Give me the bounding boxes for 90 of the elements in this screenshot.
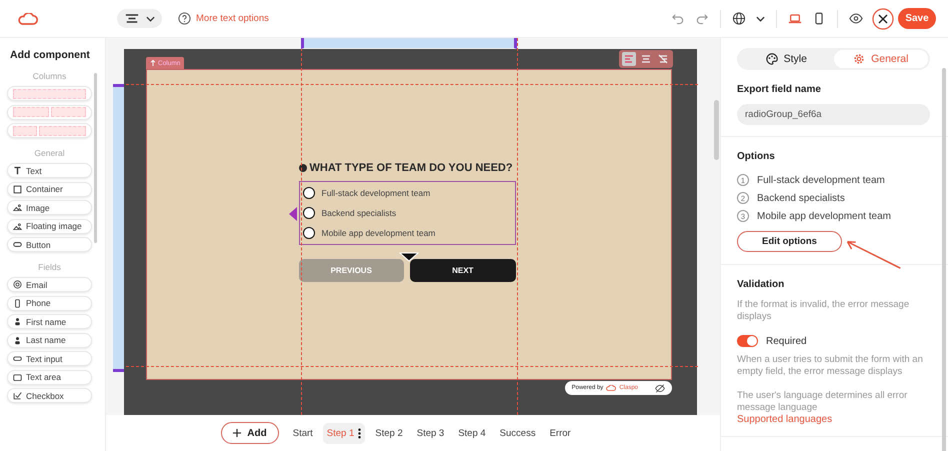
toggle-note: When a user tries to submit the form with an empty field, the error message displays xyxy=(737,354,924,378)
supported-languages-link[interactable]: Supported languages xyxy=(737,414,930,425)
style-tab[interactable]: Style xyxy=(739,50,834,68)
palette-icon xyxy=(766,53,778,65)
checkbox-icon xyxy=(13,391,22,400)
save-button[interactable]: Save xyxy=(898,8,936,29)
toggle-label: Required xyxy=(766,336,807,346)
component-item[interactable]: Button xyxy=(7,237,92,252)
eye-off-icon[interactable] xyxy=(655,384,665,392)
scrollbar[interactable] xyxy=(714,100,719,160)
validation-description: If the format is invalid, the error message displays xyxy=(737,299,910,323)
component-item[interactable]: First name xyxy=(7,314,92,329)
plus-icon xyxy=(233,429,242,437)
language-note: The user's language determines all error message language xyxy=(737,390,908,414)
step-tab[interactable]: Start xyxy=(288,422,317,444)
image-icon xyxy=(13,203,22,212)
scrollbar[interactable] xyxy=(94,73,97,243)
redo-icon[interactable] xyxy=(695,12,709,25)
component-item[interactable]: Text area xyxy=(7,370,92,384)
align-left-icon[interactable] xyxy=(622,52,636,66)
globe-icon[interactable] xyxy=(732,12,746,25)
arrow-up-icon xyxy=(150,59,156,67)
component-item[interactable]: Image xyxy=(7,200,92,215)
section-heading: Fields xyxy=(37,262,62,272)
step-tab[interactable]: Step 4 xyxy=(454,422,490,444)
section-heading: Options xyxy=(737,151,776,162)
cloud-logo xyxy=(606,385,616,391)
person-icon xyxy=(13,336,22,344)
undo-icon[interactable] xyxy=(671,12,685,25)
radio-button[interactable] xyxy=(302,227,314,239)
more-text-options-link[interactable]: More text options xyxy=(196,13,269,24)
section-heading: Columns xyxy=(32,71,68,81)
close-icon[interactable] xyxy=(872,8,894,30)
gear-icon xyxy=(853,53,866,65)
cloud-logo[interactable] xyxy=(18,12,38,24)
component-item[interactable]: Text input xyxy=(7,351,92,366)
step-tab[interactable]: Error xyxy=(546,422,575,444)
down-arrow-handle[interactable] xyxy=(399,252,419,262)
component-item[interactable]: Container xyxy=(7,182,92,196)
add-step-button[interactable]: Add xyxy=(221,422,279,444)
component-item[interactable]: Last name xyxy=(7,332,92,348)
image-icon xyxy=(13,222,22,230)
required-toggle[interactable] xyxy=(737,335,758,347)
option-label: Mobile app development team xyxy=(757,210,891,222)
option-label: Mobile app development team xyxy=(322,228,436,238)
chevron-down-icon xyxy=(146,16,154,22)
general-tab[interactable]: General xyxy=(834,50,928,68)
eye-icon[interactable] xyxy=(849,12,863,25)
component-item[interactable]: Phone xyxy=(7,296,92,310)
option-label: Full-stack development team xyxy=(757,174,885,186)
section-heading: Export field name xyxy=(737,84,822,95)
at-sign-icon xyxy=(13,280,22,289)
section-heading: General xyxy=(33,148,66,158)
option-label: Backend specialists xyxy=(757,192,845,204)
selection-handle[interactable] xyxy=(113,84,124,372)
next-button[interactable]: NEXT xyxy=(410,259,516,282)
step-tab[interactable]: Step 3 xyxy=(412,422,448,444)
phone-icon xyxy=(13,298,22,308)
selection-handle[interactable] xyxy=(301,38,517,49)
more-icon[interactable] xyxy=(358,428,362,438)
radio-button[interactable] xyxy=(302,207,314,219)
bullet-icon xyxy=(298,164,306,172)
letter-t-icon xyxy=(13,166,22,175)
square-icon xyxy=(13,184,22,194)
input-icon xyxy=(13,354,22,363)
laptop-icon[interactable] xyxy=(788,12,802,25)
section-heading: Validation xyxy=(737,279,786,290)
component-item[interactable]: Email xyxy=(7,277,92,292)
step-tab[interactable]: Success xyxy=(496,422,540,444)
chevron-down-icon[interactable] xyxy=(756,16,765,22)
person-icon xyxy=(13,317,22,326)
question-text: WHAT TYPE OF TEAM DO YOU NEED? xyxy=(310,162,513,174)
help-icon[interactable] xyxy=(178,12,191,25)
radio-button[interactable] xyxy=(302,187,314,199)
align-dropdown[interactable] xyxy=(117,9,162,28)
sidebar-title: Add component xyxy=(10,49,91,61)
text-area-icon xyxy=(13,372,22,382)
pill-icon xyxy=(13,240,22,249)
option-label: Full-stack development team xyxy=(322,188,430,198)
scrollbar[interactable] xyxy=(942,68,946,451)
align-center-icon xyxy=(124,14,138,23)
step-tab[interactable]: Step 2 xyxy=(371,422,407,444)
component-item[interactable]: Text xyxy=(7,163,92,178)
option-label: Backend specialists xyxy=(322,208,396,218)
left-arrow-handle[interactable] xyxy=(288,206,298,222)
align-off-icon[interactable] xyxy=(656,52,670,66)
component-item[interactable]: Floating image xyxy=(7,218,92,234)
component-item[interactable]: Checkbox xyxy=(7,388,92,403)
edit-options-button[interactable]: Edit options xyxy=(737,231,842,252)
export-name-field[interactable]: radioGroup_6ef6a xyxy=(737,104,930,125)
